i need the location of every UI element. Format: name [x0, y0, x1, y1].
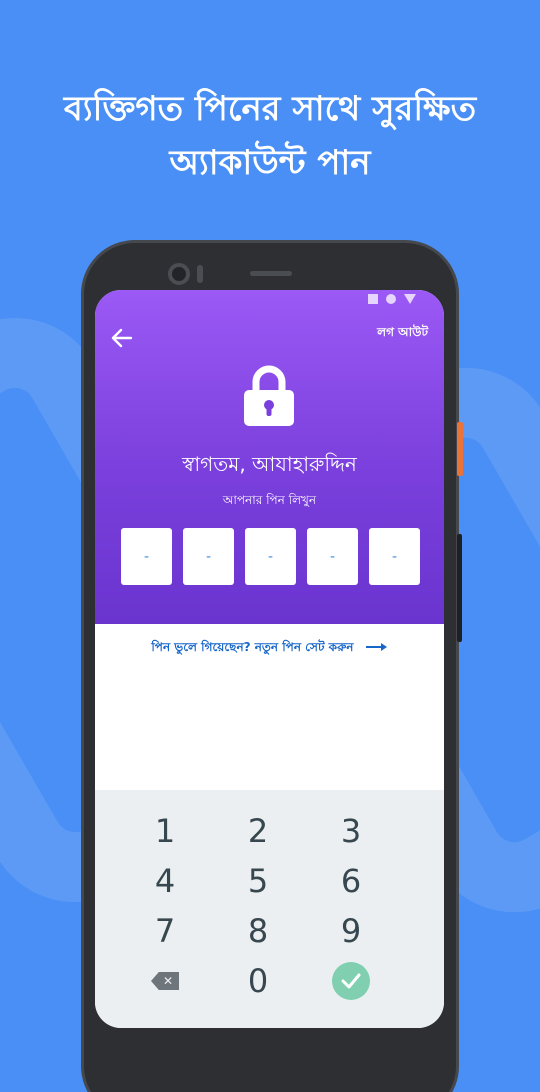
key-7[interactable]: 7	[125, 908, 205, 954]
back-button[interactable]	[109, 326, 135, 350]
backspace-button[interactable]: ✕	[125, 958, 205, 1004]
square-icon	[368, 294, 378, 304]
triangle-icon	[404, 294, 416, 304]
backspace-icon: ✕	[151, 972, 179, 990]
key-5[interactable]: 5	[218, 858, 298, 904]
pin-header: লগ আউট স্বাগতম, আযাহারুদ্দিন আপনার পিন ল…	[95, 290, 444, 624]
pin-prompt: আপনার পিন লিখুন	[222, 493, 317, 507]
forgot-pin-link[interactable]: পিন ভুলে গিয়েছেন? নতুন পিন সেট করুন	[95, 639, 444, 659]
power-button	[457, 422, 463, 476]
welcome-text: স্বাগতম, আযাহারুদ্দিন	[182, 452, 357, 476]
pin-digit-box[interactable]: -	[369, 528, 420, 585]
confirm-button[interactable]	[311, 958, 391, 1004]
key-2[interactable]: 2	[218, 808, 298, 854]
key-1[interactable]: 1	[125, 808, 205, 854]
key-3[interactable]: 3	[311, 808, 391, 854]
headline-line-2: অ্যাকাউন্ট পান	[169, 143, 371, 183]
promo-headline: ব্যক্তিগত পিনের সাথে সুরক্ষিত অ্যাকাউন্ট…	[0, 82, 540, 190]
camera-icon	[168, 263, 190, 285]
speaker-grille	[250, 271, 292, 276]
arrow-left-icon	[111, 328, 133, 348]
pin-digit-box[interactable]: -	[245, 528, 296, 585]
logout-button[interactable]: লগ আউট	[377, 324, 428, 344]
arrow-right-icon	[365, 641, 388, 655]
phone-screen: লগ আউট স্বাগতম, আযাহারুদ্দিন আপনার পিন ল…	[95, 290, 444, 1028]
headline-line-1: ব্যক্তিগত পিনের সাথে সুরক্ষিত	[63, 89, 477, 129]
pin-digit-box[interactable]: -	[121, 528, 172, 585]
sensor	[197, 265, 203, 283]
circle-icon	[386, 294, 396, 304]
volume-button	[457, 534, 462, 642]
key-4[interactable]: 4	[125, 858, 205, 904]
numeric-keypad: 1 2 3 4 5 6 7 8 9 ✕ 0	[95, 790, 444, 1028]
key-8[interactable]: 8	[218, 908, 298, 954]
status-bar	[368, 294, 416, 304]
check-icon	[332, 962, 370, 1000]
pin-digit-box[interactable]: -	[307, 528, 358, 585]
key-0[interactable]: 0	[218, 958, 298, 1004]
forgot-pin-label: পিন ভুলে গিয়েছেন? নতুন পিন সেট করুন	[151, 640, 354, 654]
lock-icon	[243, 364, 295, 426]
key-6[interactable]: 6	[311, 858, 391, 904]
pin-input-group: - - - - -	[121, 528, 420, 585]
key-9[interactable]: 9	[311, 908, 391, 954]
pin-digit-box[interactable]: -	[183, 528, 234, 585]
